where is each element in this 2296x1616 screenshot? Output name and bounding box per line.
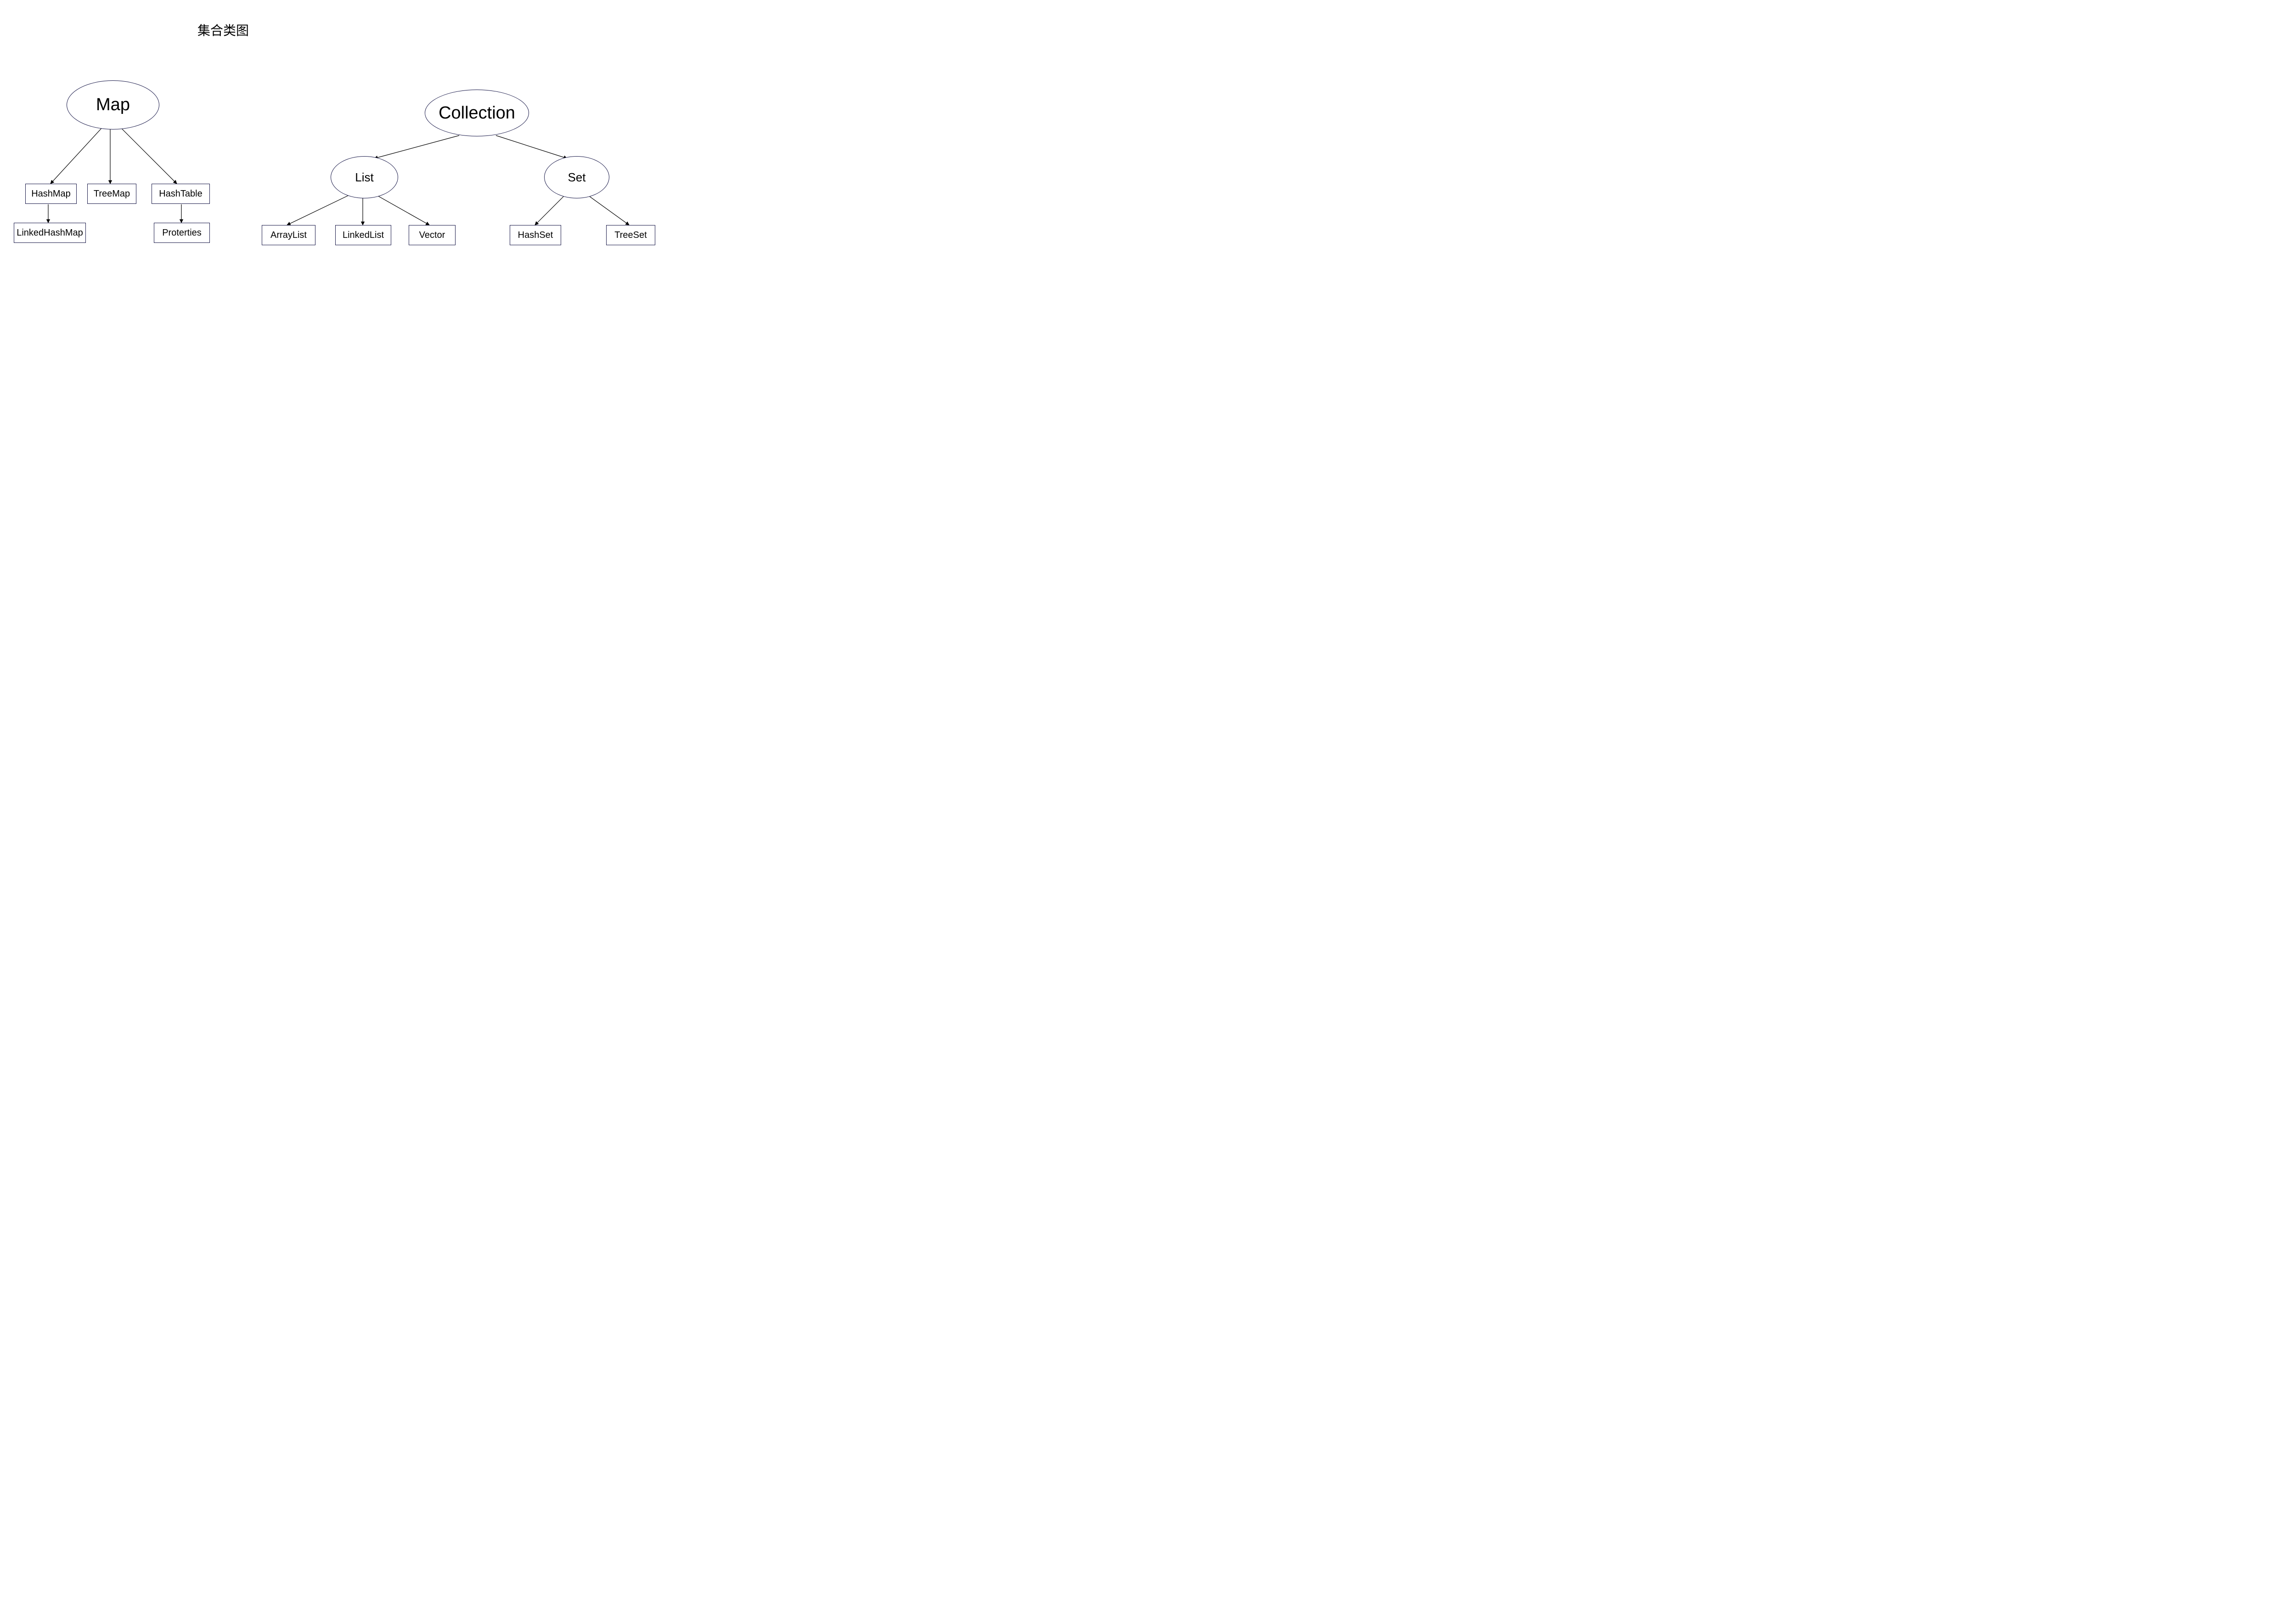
node-treeset-label: TreeSet bbox=[614, 230, 647, 241]
node-vector-label: Vector bbox=[419, 230, 445, 241]
node-hashset-label: HashSet bbox=[518, 230, 553, 241]
node-linkedhashmap: LinkedHashMap bbox=[14, 223, 86, 243]
diagram-title: 集合类图 bbox=[197, 21, 249, 39]
node-list: List bbox=[331, 156, 398, 198]
node-hashmap: HashMap bbox=[25, 184, 77, 204]
node-set-label: Set bbox=[568, 170, 585, 185]
node-linkedlist: LinkedList bbox=[335, 225, 391, 245]
node-linkedlist-label: LinkedList bbox=[343, 230, 384, 241]
node-hashtable-label: HashTable bbox=[159, 189, 203, 199]
diagram-canvas: 集合类图 Map HashMap TreeMap bbox=[0, 0, 689, 306]
node-arraylist: ArrayList bbox=[262, 225, 315, 245]
node-arraylist-label: ArrayList bbox=[270, 230, 307, 241]
node-map-label: Map bbox=[96, 95, 130, 115]
node-properties-label: Proterties bbox=[162, 228, 202, 238]
node-hashtable: HashTable bbox=[152, 184, 210, 204]
node-treemap: TreeMap bbox=[87, 184, 136, 204]
node-linkedhashmap-label: LinkedHashMap bbox=[17, 228, 83, 238]
edges-layer bbox=[0, 0, 689, 306]
node-hashset: HashSet bbox=[510, 225, 561, 245]
node-treemap-label: TreeMap bbox=[94, 189, 130, 199]
node-set: Set bbox=[544, 156, 609, 198]
node-properties: Proterties bbox=[154, 223, 210, 243]
node-collection-label: Collection bbox=[439, 103, 515, 123]
node-list-label: List bbox=[355, 170, 373, 185]
node-hashmap-label: HashMap bbox=[31, 189, 71, 199]
node-vector: Vector bbox=[409, 225, 456, 245]
node-collection: Collection bbox=[425, 90, 529, 136]
node-treeset: TreeSet bbox=[606, 225, 655, 245]
node-map: Map bbox=[67, 80, 159, 130]
